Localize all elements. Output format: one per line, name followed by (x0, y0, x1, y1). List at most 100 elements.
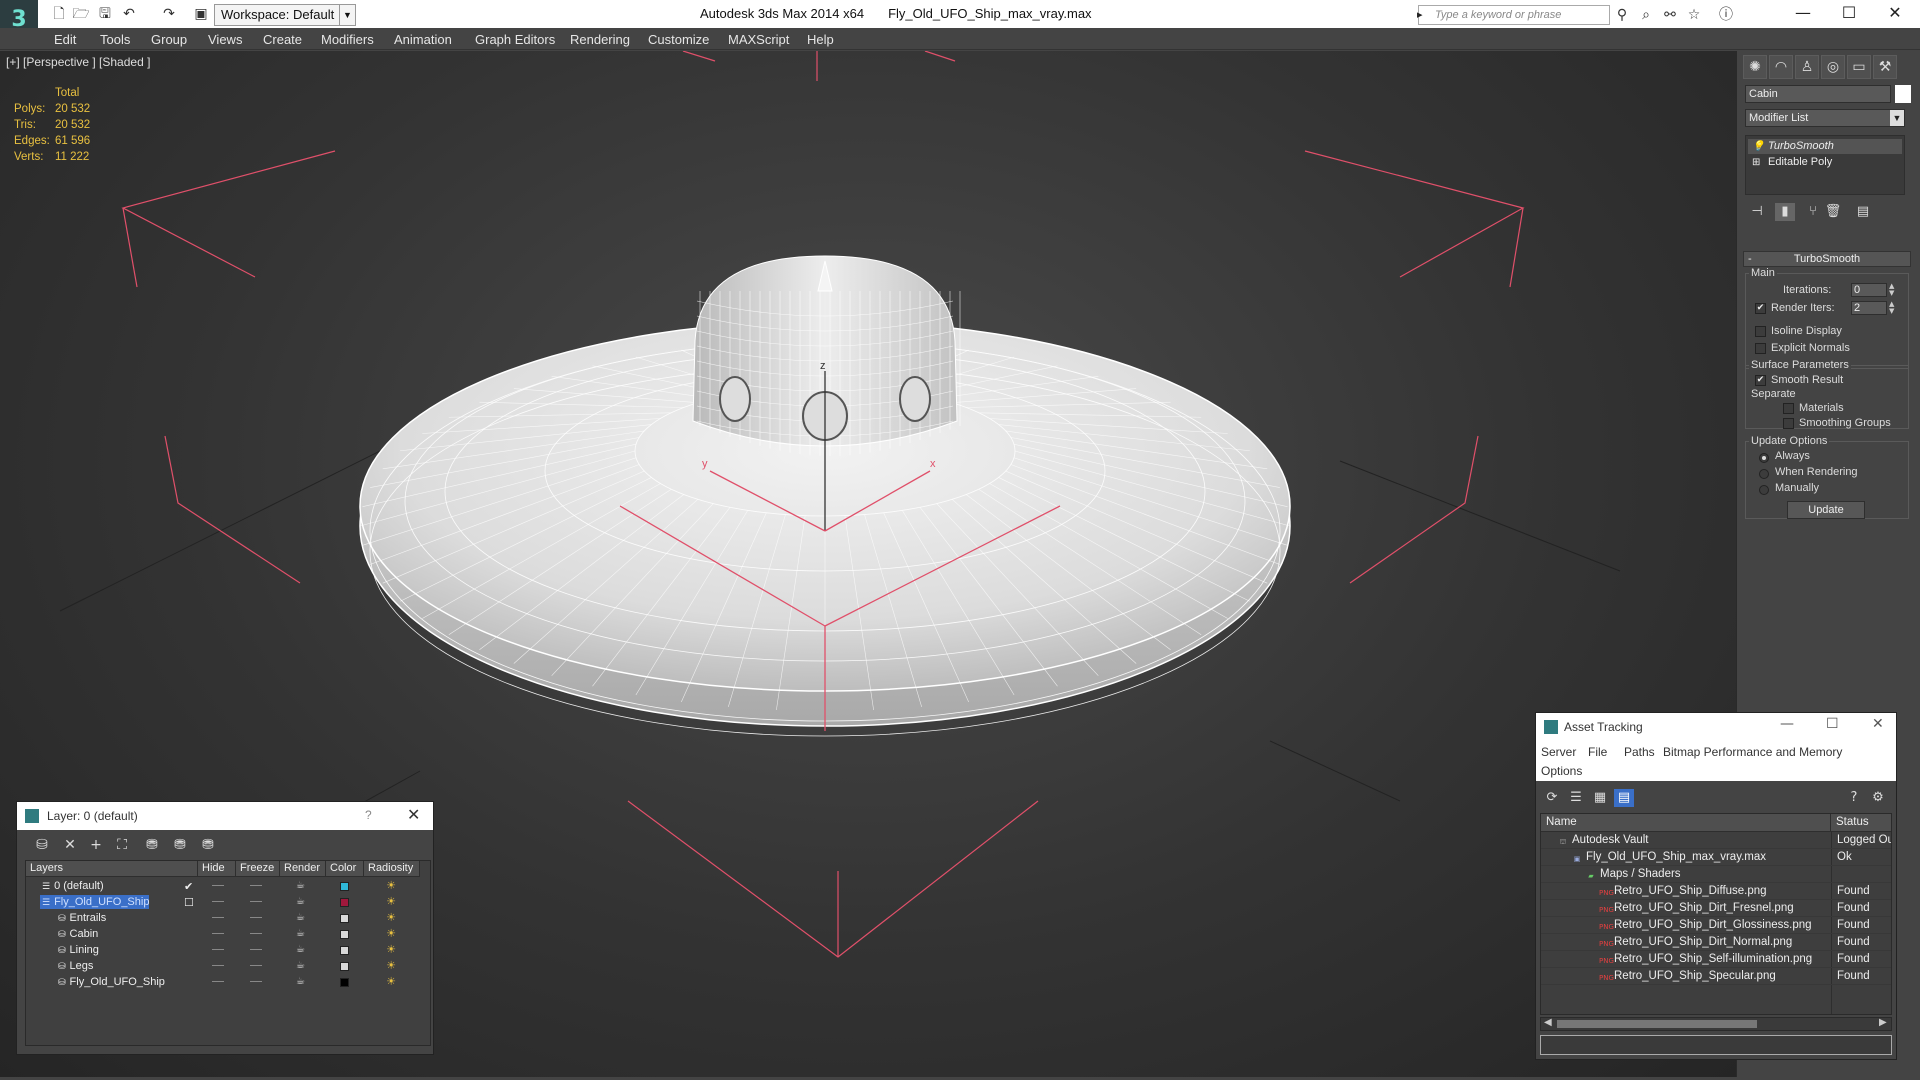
search-icon[interactable]: ⌕ (1636, 6, 1656, 24)
spinner-arrows-icon[interactable]: ▲ ▼ (1889, 283, 1897, 297)
materials-checkbox[interactable] (1783, 403, 1794, 414)
close-icon[interactable]: ✕ (1872, 716, 1884, 732)
asset-row[interactable]: PNGRetro_UFO_Ship_Diffuse.png Found (1541, 883, 1891, 900)
column-header[interactable]: Hide (198, 861, 236, 877)
radiosity-icon[interactable]: ☀ (384, 944, 398, 956)
help-button[interactable]: ? (365, 808, 372, 822)
hide-toggle[interactable] (212, 949, 224, 950)
iterations-spinner[interactable]: 0 (1851, 283, 1887, 297)
radiosity-icon[interactable]: ☀ (384, 912, 398, 924)
layer-color-swatch[interactable] (340, 930, 349, 939)
maximize-icon[interactable]: ☐ (1826, 716, 1839, 732)
column-header[interactable]: Freeze (236, 861, 280, 877)
freeze-toggle[interactable] (250, 917, 262, 918)
asset-menu-file[interactable]: File (1588, 745, 1607, 759)
freeze-toggle[interactable] (250, 965, 262, 966)
configure-sets-icon[interactable]: ▤ (1853, 203, 1873, 221)
viewport-label[interactable]: [+] [Perspective ] [Shaded ] (6, 55, 150, 69)
modifier-list-dropdown[interactable]: Modifier List ▼ (1745, 109, 1905, 127)
minimize-icon[interactable]: — (1780, 716, 1794, 732)
stack-item-turbosmooth[interactable]: 💡 TurboSmooth (1748, 139, 1902, 154)
menu-rendering[interactable]: Rendering (570, 32, 630, 47)
explicit-normals-checkbox[interactable] (1755, 343, 1766, 354)
hide-toggle[interactable] (212, 981, 224, 982)
render-teapot-icon[interactable]: ☕ (296, 897, 308, 907)
asset-row[interactable]: PNGRetro_UFO_Ship_Dirt_Fresnel.png Found (1541, 900, 1891, 917)
hide-toggle[interactable] (212, 917, 224, 918)
render-teapot-icon[interactable]: ☕ (296, 929, 308, 939)
layer-dialog-titlebar[interactable]: Layer: 0 (default) ? ✕ (17, 802, 433, 830)
refresh-icon[interactable]: ⟳ (1542, 789, 1562, 807)
layer-name[interactable]: ⛁ Cabin (56, 927, 98, 941)
layer-row[interactable]: ☰ 0 (default) ✔ ☕ ☀ (26, 878, 416, 894)
asset-row[interactable]: ▰ Maps / Shaders (1541, 866, 1891, 883)
layer-row[interactable]: ⛁ Fly_Old_UFO_Ship ☕ ☀ (26, 974, 416, 990)
binoculars-icon[interactable]: ⚲ (1612, 6, 1632, 24)
render-iters-spinner[interactable]: 2 (1851, 301, 1887, 315)
column-header[interactable]: Status (1831, 814, 1891, 832)
freeze-toggle[interactable] (250, 949, 262, 950)
connect-icon[interactable]: ⚯ (1660, 6, 1680, 24)
menu-tools[interactable]: Tools (100, 32, 130, 47)
scroll-left-icon[interactable]: ◀ (1544, 1017, 1552, 1028)
menu-modifiers[interactable]: Modifiers (321, 32, 374, 47)
asset-row[interactable]: PNGRetro_UFO_Ship_Dirt_Glossiness.png Fou… (1541, 917, 1891, 934)
scrollbar-thumb[interactable] (1557, 1020, 1757, 1028)
layer-name[interactable]: ☰ 0 (default) (40, 879, 104, 893)
object-name-field[interactable]: Cabin (1745, 85, 1891, 103)
create-tab-icon[interactable]: ✺ (1743, 55, 1767, 79)
object-color-swatch[interactable] (1895, 85, 1911, 103)
pin-stack-icon[interactable]: ⊣ (1747, 203, 1767, 221)
help-icon[interactable]: ⓘ (1716, 6, 1736, 24)
hide-toggle[interactable] (212, 901, 224, 902)
render-teapot-icon[interactable]: ☕ (296, 945, 308, 955)
star-icon[interactable]: ☆ (1684, 6, 1704, 24)
radiosity-icon[interactable]: ☀ (384, 960, 398, 972)
layer-row[interactable]: ⛁ Legs ☕ ☀ (26, 958, 416, 974)
select-objects-icon[interactable]: ⛶ (111, 836, 133, 854)
menu-views[interactable]: Views (208, 32, 242, 47)
column-header[interactable]: Radiosity (364, 861, 420, 877)
details-view-icon[interactable]: ▦ (1590, 789, 1610, 807)
when-rendering-radio[interactable] (1759, 469, 1769, 479)
freeze-toggle[interactable] (250, 933, 262, 934)
render-teapot-icon[interactable]: ☕ (296, 977, 308, 987)
hide-toggle[interactable] (212, 965, 224, 966)
layer-color-swatch[interactable] (340, 978, 349, 987)
layer-row[interactable]: ⛁ Cabin ☕ ☀ (26, 926, 416, 942)
asset-dialog-titlebar[interactable]: Asset Tracking — ☐ ✕ (1536, 713, 1896, 741)
layer-color-swatch[interactable] (340, 882, 349, 891)
close-icon[interactable]: ✕ (407, 805, 420, 824)
column-header[interactable]: Name (1541, 814, 1831, 832)
smooth-result-checkbox[interactable]: ✔ (1755, 375, 1766, 386)
asset-row[interactable]: PNGRetro_UFO_Ship_Self-illumination.png F… (1541, 951, 1891, 968)
smoothing-groups-checkbox[interactable] (1783, 418, 1794, 429)
column-header[interactable]: Color (326, 861, 364, 877)
freeze-toggle[interactable] (250, 981, 262, 982)
help-icon[interactable]: ? (1844, 789, 1864, 807)
asset-menu-bitmap[interactable]: Bitmap Performance and Memory (1663, 745, 1842, 759)
layer-row[interactable]: ⛁ Lining ☕ ☀ (26, 942, 416, 958)
list-view-icon[interactable]: ☰ (1566, 789, 1586, 807)
utilities-tab-icon[interactable]: ⚒ (1873, 55, 1897, 79)
hide-toggle[interactable] (212, 933, 224, 934)
create-layer-icon[interactable]: ⛁ (31, 836, 53, 854)
settings-icon[interactable]: ⚙ (1868, 789, 1888, 807)
scroll-right-icon[interactable]: ▶ (1879, 1017, 1887, 1028)
spinner-arrows-icon[interactable]: ▲ ▼ (1889, 301, 1897, 315)
layer-name[interactable]: ⛁ Lining (56, 943, 99, 957)
freeze-toggle[interactable] (250, 901, 262, 902)
asset-path-field[interactable] (1540, 1035, 1892, 1055)
column-header[interactable]: Layers (26, 861, 198, 877)
layer-color-swatch[interactable] (340, 962, 349, 971)
undo-icon[interactable]: ↶ (120, 5, 138, 23)
remove-modifier-icon[interactable]: 🗑 (1823, 203, 1843, 221)
freeze-all-layers-icon[interactable]: ⛃ (197, 836, 219, 854)
highlight-layer-icon[interactable]: ⛃ (141, 836, 163, 854)
layer-name[interactable]: ⛁ Entrails (56, 911, 106, 925)
expand-icon[interactable]: ⊞ (1752, 155, 1760, 170)
radiosity-icon[interactable]: ☀ (384, 976, 398, 988)
menu-create[interactable]: Create (263, 32, 302, 47)
radiosity-icon[interactable]: ☀ (384, 880, 398, 892)
hide-toggle[interactable] (212, 885, 224, 886)
